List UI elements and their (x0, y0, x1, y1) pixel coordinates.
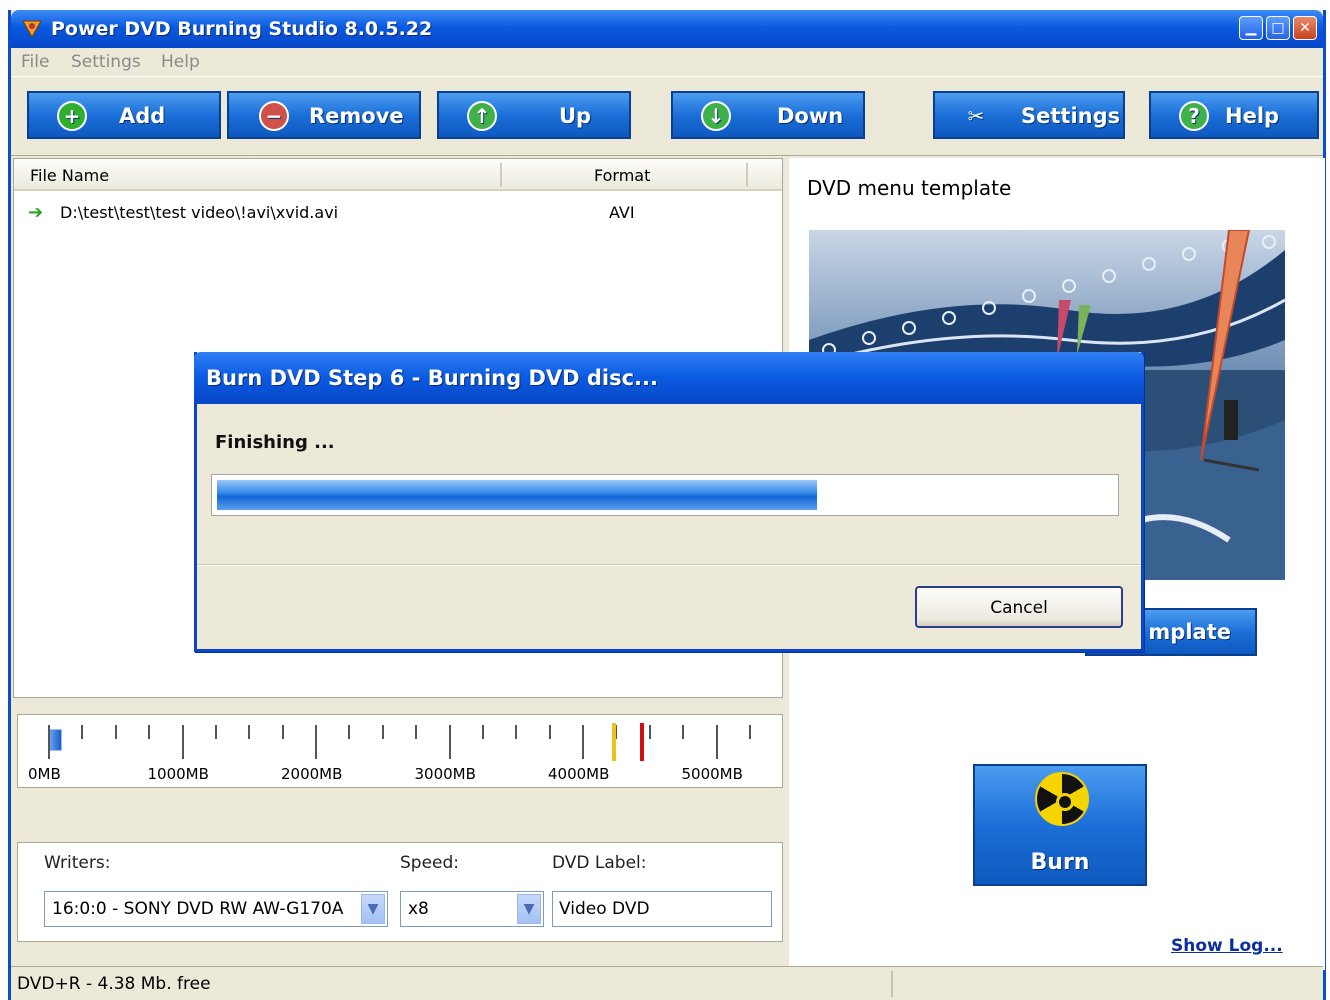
scale-tick (582, 725, 584, 759)
close-button[interactable]: ✕ (1293, 16, 1317, 40)
scale-tick (748, 725, 751, 739)
app-logo-icon (22, 20, 42, 39)
settings-button[interactable]: ✂ Settings (933, 91, 1125, 139)
settings-label: Settings (1021, 104, 1121, 128)
menu-file[interactable]: File (21, 52, 49, 72)
dvd-max-marker (640, 723, 644, 761)
file-arrow-icon: ➔ (28, 202, 44, 223)
disc-size-scale: 0MB 1000MB 2000MB 3000MB 4000MB 5000MB (17, 714, 783, 788)
radiation-icon (1035, 772, 1089, 826)
scale-tick (81, 725, 84, 739)
down-button[interactable]: ↓ Down (671, 91, 865, 139)
scale-tick (281, 725, 284, 739)
dialog-title: Burn DVD Step 6 - Burning DVD disc... (206, 366, 658, 390)
scale-tick (48, 725, 50, 759)
burn-label: Burn (1030, 850, 1090, 875)
chevron-down-icon[interactable]: ▼ (361, 894, 385, 924)
menu-help[interactable]: Help (161, 52, 200, 72)
dvd-label-field[interactable] (552, 891, 772, 927)
dvd-menu-title: DVD menu template (807, 176, 1012, 200)
file-list-header: File Name Format (14, 159, 782, 191)
burn-progress-bar (211, 474, 1119, 516)
show-log-link[interactable]: Show Log... (1171, 936, 1283, 956)
help-icon: ? (1179, 101, 1209, 131)
scale-label: 1000MB (147, 765, 209, 783)
title-bar[interactable]: Power DVD Burning Studio 8.0.5.22 ▁ □ ✕ (11, 10, 1323, 48)
minus-icon: − (259, 101, 289, 131)
burn-button[interactable]: Burn (973, 764, 1147, 886)
used-space-bar (48, 729, 62, 751)
table-row[interactable]: ➔ D:\test\test\test video\!avi\xvid.avi … (14, 199, 782, 227)
menu-bar: File Settings Help (11, 48, 1323, 76)
scale-label: 4000MB (548, 765, 610, 783)
arrow-down-icon: ↓ (701, 101, 731, 131)
scale-tick (248, 725, 251, 739)
scale-label: 2000MB (281, 765, 343, 783)
scale-tick (148, 725, 151, 739)
status-bar: DVD+R - 4.38 Mb. free (11, 966, 1323, 1000)
dialog-title-bar[interactable]: Burn DVD Step 6 - Burning DVD disc... (194, 352, 1144, 404)
writers-label: Writers: (44, 853, 111, 873)
writer-select[interactable]: 16:0:0 - SONY DVD RW AW-G170A ▼ (44, 891, 388, 927)
dialog-status-text: Finishing ... (215, 432, 335, 453)
column-file-name[interactable]: File Name (30, 166, 109, 185)
scale-tick (315, 725, 317, 759)
speed-select-value: x8 (408, 899, 429, 919)
arrow-up-icon: ↑ (467, 101, 497, 131)
up-button[interactable]: ↑ Up (437, 91, 631, 139)
minimize-button[interactable]: ▁ (1239, 16, 1263, 40)
file-format-cell: AVI (609, 203, 635, 222)
window-title: Power DVD Burning Studio 8.0.5.22 (51, 18, 433, 40)
chevron-down-icon[interactable]: ▼ (517, 894, 541, 924)
speed-label: Speed: (400, 853, 460, 873)
scale-tick (114, 725, 117, 739)
cancel-label: Cancel (990, 598, 1048, 618)
scale-tick (481, 725, 484, 739)
maximize-button[interactable]: □ (1266, 16, 1290, 40)
scale-tick (415, 725, 418, 739)
remove-label: Remove (309, 104, 404, 128)
scale-tick (214, 725, 217, 739)
scale-tick (715, 725, 718, 759)
add-button[interactable]: + Add (27, 91, 221, 139)
file-name-cell: D:\test\test\test video\!avi\xvid.avi (60, 203, 339, 222)
scale-tick (348, 725, 351, 739)
scale-label: 3000MB (414, 765, 476, 783)
tools-icon: ✂ (967, 104, 985, 128)
scale-tick (448, 725, 451, 759)
up-label: Up (559, 104, 592, 128)
add-label: Add (119, 104, 166, 128)
toolbar: + Add − Remove ↑ Up ↓ Down ✂ Settings ? … (11, 76, 1323, 156)
scale-tick (381, 725, 384, 739)
writer-options: Writers: Speed: DVD Label: 16:0:0 - SONY… (17, 842, 783, 942)
template-button-label: mplate (1148, 620, 1231, 644)
cancel-button[interactable]: Cancel (915, 586, 1123, 628)
plus-icon: + (57, 101, 87, 131)
progress-fill (217, 480, 818, 510)
remove-button[interactable]: − Remove (227, 91, 421, 139)
scale-tick (181, 725, 184, 759)
dvd-label-input[interactable] (553, 892, 771, 926)
scale-label: 5000MB (681, 765, 743, 783)
scale-tick (682, 725, 685, 739)
scale-tick (515, 725, 518, 739)
menu-settings[interactable]: Settings (71, 52, 141, 72)
column-format[interactable]: Format (594, 166, 650, 185)
scale-tick (548, 725, 551, 739)
help-label: Help (1225, 104, 1280, 128)
scale-tick (648, 725, 651, 739)
dvd-label-label: DVD Label: (552, 853, 647, 873)
status-text: DVD+R - 4.38 Mb. free (17, 974, 211, 994)
scale-label: 0MB (28, 765, 61, 783)
down-label: Down (777, 104, 844, 128)
dvd-capacity-marker (612, 723, 616, 761)
speed-select[interactable]: x8 ▼ (400, 891, 544, 927)
writer-select-value: 16:0:0 - SONY DVD RW AW-G170A (52, 899, 344, 919)
burn-progress-dialog: Burn DVD Step 6 - Burning DVD disc... Fi… (194, 352, 1144, 652)
help-button[interactable]: ? Help (1149, 91, 1319, 139)
